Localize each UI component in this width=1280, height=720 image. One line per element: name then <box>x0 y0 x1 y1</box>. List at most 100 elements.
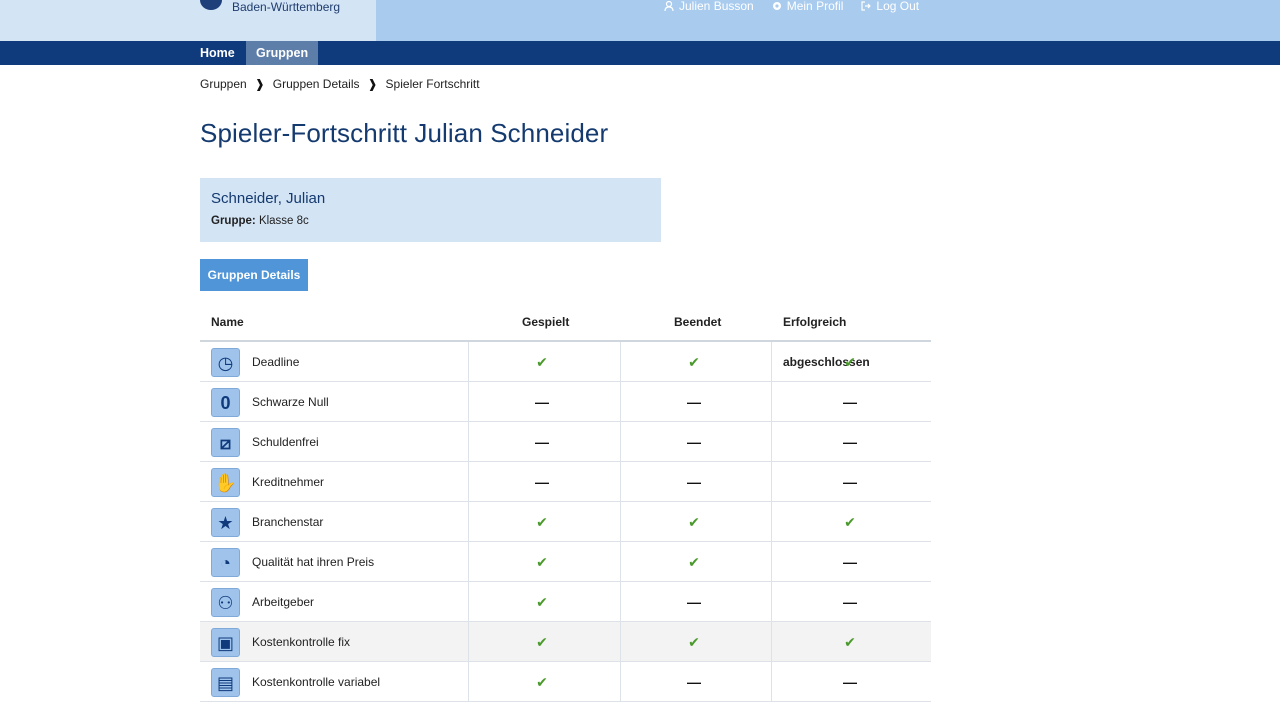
dash-icon: — <box>843 594 857 610</box>
main-nav: Home Gruppen <box>0 41 1280 65</box>
icon-glyph: ◔ <box>220 552 231 573</box>
user-nav: Julien Busson Mein Profil Log Out <box>664 0 919 12</box>
column-divider <box>771 582 772 621</box>
boxes-icon: ▣ <box>211 628 240 657</box>
breadcrumb-item-gruppen[interactable]: Gruppen <box>200 77 247 91</box>
profile-label: Mein Profil <box>786 0 844 13</box>
check-icon: ✔ <box>688 634 700 650</box>
achievement-name: Kostenkontrolle fix <box>252 635 351 649</box>
table-row: ⚇ Arbeitgeber ✔ — — <box>200 582 931 622</box>
column-divider <box>620 462 621 501</box>
table-row: ★ Branchenstar ✔ ✔ ✔ <box>200 502 931 542</box>
column-divider <box>468 542 469 581</box>
breadcrumb-separator: ❱ <box>367 77 378 91</box>
group-label: Gruppe: <box>211 215 256 227</box>
dash-icon: — <box>687 594 701 610</box>
logout-link[interactable]: Log Out <box>861 0 919 12</box>
achievement-name: Branchenstar <box>252 515 324 529</box>
clock-icon: ◷ <box>211 348 240 377</box>
check-icon: ✔ <box>536 554 548 570</box>
nav-item-gruppen[interactable]: Gruppen <box>246 41 319 65</box>
column-divider <box>468 462 469 501</box>
column-divider <box>468 342 469 381</box>
breadcrumb-separator: ❱ <box>254 77 265 91</box>
dash-icon: — <box>687 394 701 410</box>
icon-glyph: ⚇ <box>217 592 234 613</box>
user-name: Julien Busson <box>679 0 754 13</box>
breadcrumb-item-current: Spieler Fortschritt <box>385 77 480 91</box>
dash-icon: — <box>535 434 549 450</box>
check-icon: ✔ <box>536 514 548 530</box>
icon-glyph: ◷ <box>217 352 234 373</box>
user-link[interactable]: Julien Busson <box>664 0 754 12</box>
achievement-name: Schuldenfrei <box>252 435 319 449</box>
dash-icon: — <box>843 434 857 450</box>
star-icon: ★ <box>211 508 240 537</box>
achievement-name: Kreditnehmer <box>252 475 325 489</box>
nav-item-home[interactable]: Home <box>190 41 245 65</box>
handshake-icon: ⚇ <box>211 588 240 617</box>
column-divider <box>620 542 621 581</box>
group-value: Klasse 8c <box>258 215 309 227</box>
breadcrumb-item-gruppen-details[interactable]: Gruppen Details <box>273 77 360 91</box>
dash-icon: — <box>687 674 701 690</box>
table-row: ◔ Qualität hat ihren Preis ✔ ✔ — <box>200 542 931 582</box>
achievement-name: Arbeitgeber <box>252 595 315 609</box>
check-icon: ✔ <box>688 554 700 570</box>
quality-icon: ◔ <box>211 548 240 577</box>
column-header-played: Gespielt <box>522 315 570 329</box>
group-details-button[interactable]: Gruppen Details <box>200 259 308 291</box>
achievement-name: Deadline <box>252 355 300 369</box>
table-row: ▣ Kostenkontrolle fix ✔ ✔ ✔ <box>200 622 931 662</box>
column-divider <box>771 662 772 701</box>
icon-glyph: ▤ <box>216 672 234 693</box>
column-divider <box>620 502 621 541</box>
column-divider <box>468 582 469 621</box>
column-divider <box>468 662 469 701</box>
dash-icon: — <box>687 474 701 490</box>
player-info-box: Schneider, Julian Gruppe: Klasse 8c <box>200 178 661 242</box>
column-divider <box>771 462 772 501</box>
table-header: Name Gespielt Beendet Erfolgreich abgesc… <box>200 302 931 369</box>
check-icon: ✔ <box>688 354 700 370</box>
dash-icon: — <box>535 394 549 410</box>
player-group: Gruppe: Klasse 8c <box>211 215 650 227</box>
check-icon: ✔ <box>844 354 856 370</box>
column-divider <box>468 622 469 661</box>
dash-icon: — <box>687 434 701 450</box>
check-icon: ✔ <box>844 634 856 650</box>
icon-glyph: ▣ <box>216 632 234 653</box>
top-bar: Baden-Württemberg Julien Busson Mein Pro… <box>0 0 1280 41</box>
brand-area: Baden-Württemberg <box>0 0 376 41</box>
column-divider <box>620 342 621 381</box>
check-icon: ✔ <box>688 514 700 530</box>
logout-label: Log Out <box>876 0 920 13</box>
column-header-name: Name <box>211 315 244 329</box>
profile-link[interactable]: Mein Profil <box>772 0 844 13</box>
check-icon: ✔ <box>536 594 548 610</box>
column-divider <box>771 502 772 541</box>
table-body: ◷ Deadline ✔ ✔ ✔ 0 Schwarze Null — — — ⧄ Schuldenfr… <box>200 342 931 702</box>
brand-text: Baden-Württemberg <box>232 0 341 14</box>
state-logo-icon <box>200 0 222 10</box>
page-title: Spieler-Fortschritt Julian Schneider <box>200 118 609 148</box>
icon-glyph: ★ <box>217 512 234 533</box>
column-divider <box>771 542 772 581</box>
column-divider <box>771 422 772 461</box>
icon-glyph: 0 <box>220 392 231 413</box>
achievement-name: Kostenkontrolle variabel <box>252 675 381 689</box>
table-row: ⧄ Schuldenfrei — — — <box>200 422 931 462</box>
column-divider <box>620 622 621 661</box>
check-icon: ✔ <box>536 634 548 650</box>
table-row: ▤ Kostenkontrolle variabel ✔ — — <box>200 662 931 702</box>
check-icon: ✔ <box>536 674 548 690</box>
gear-icon <box>772 2 781 10</box>
column-divider <box>620 582 621 621</box>
column-divider <box>620 382 621 421</box>
column-divider <box>468 422 469 461</box>
logout-icon <box>861 1 872 11</box>
column-divider <box>771 622 772 661</box>
no-debt-icon: ⧄ <box>211 428 240 457</box>
progress-table: Name Gespielt Beendet Erfolgreich abgesc… <box>200 302 931 702</box>
column-header-finished: Beendet <box>674 315 722 329</box>
